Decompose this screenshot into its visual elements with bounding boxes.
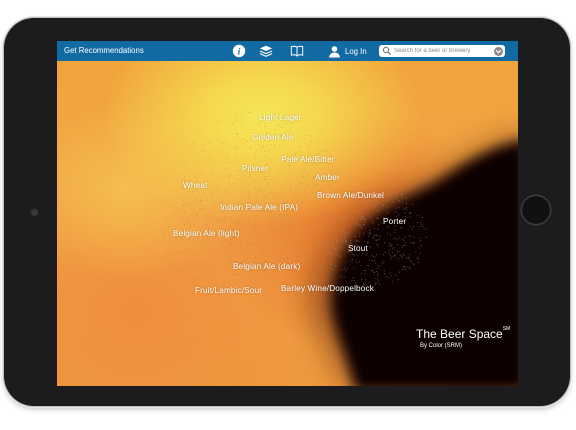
search-input[interactable] xyxy=(392,45,490,57)
style-label-fruit-lambic-sour[interactable]: Fruit/Lambic/Sour xyxy=(195,286,262,295)
style-label-barley-wine-doppelbock[interactable]: Barley Wine/Doppelbock xyxy=(281,284,374,293)
search-dropdown-button[interactable] xyxy=(494,46,503,56)
layers-icon[interactable] xyxy=(259,44,273,58)
search-box[interactable] xyxy=(379,45,505,57)
user-icon xyxy=(329,45,340,57)
top-bar: Get Recommendations i Log In xyxy=(57,41,518,61)
book-icon[interactable] xyxy=(290,44,304,58)
camera xyxy=(30,208,39,217)
style-label-golden-ale[interactable]: Golden Ale xyxy=(252,133,294,142)
search-icon xyxy=(382,46,392,56)
style-label-pale-ale-bitter[interactable]: Pale Ale/Bitter xyxy=(281,155,335,164)
login-button[interactable]: Log In xyxy=(328,43,367,59)
map-title-text: The Beer Space xyxy=(416,327,503,341)
style-label-stout[interactable]: Stout xyxy=(348,244,368,253)
style-label-belgian-ale-light[interactable]: Belgian Ale (light) xyxy=(173,229,240,238)
chevron-down-icon xyxy=(495,49,502,54)
style-label-brown-ale-dunkel[interactable]: Brown Ale/Dunkel xyxy=(317,191,384,200)
style-label-porter[interactable]: Porter xyxy=(383,217,406,226)
style-label-pilsner[interactable]: Pilsner xyxy=(242,164,268,173)
service-mark: SM xyxy=(502,326,511,332)
map-title: The Beer SpaceSM xyxy=(416,326,511,341)
home-button[interactable] xyxy=(522,196,550,224)
style-label-ipa[interactable]: Indian Pale Ale (IPA) xyxy=(220,203,298,212)
style-label-light-lager[interactable]: Light Lager xyxy=(259,113,302,122)
app-screen: Get Recommendations i Log In Search for … xyxy=(57,41,518,386)
map-subtitle: By Color (SRM) xyxy=(420,343,463,349)
style-label-belgian-ale-dark[interactable]: Belgian Ale (dark) xyxy=(233,262,300,271)
style-label-wheat[interactable]: Wheat xyxy=(183,181,207,190)
get-recommendations-link[interactable]: Get Recommendations xyxy=(64,41,144,61)
style-label-amber[interactable]: Amber xyxy=(315,173,340,182)
login-label: Log In xyxy=(345,46,367,56)
info-icon[interactable]: i xyxy=(232,44,246,58)
